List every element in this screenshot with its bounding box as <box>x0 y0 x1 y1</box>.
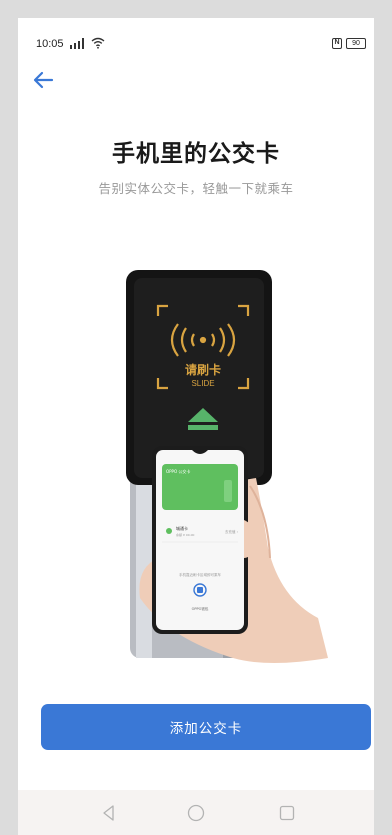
screen: 10:05 N 90 手机里的公交卡 告别实体公交卡，轻触一下就乘车 请刷卡 S… <box>18 18 374 835</box>
phone-brand: OPPO钱包 <box>192 606 209 611</box>
system-nav-bar <box>18 790 374 835</box>
page-subtitle: 告别实体公交卡，轻触一下就乘车 <box>98 181 294 196</box>
add-transit-card-button[interactable]: 添加公交卡 <box>41 704 371 750</box>
wifi-icon <box>91 37 105 49</box>
nfc-icon: N <box>332 38 342 49</box>
page-title: 手机里的公交卡 <box>112 141 280 167</box>
back-arrow-icon[interactable] <box>32 70 54 90</box>
transit-reader-illustration: 请刷卡 SLIDE OPPO 公交卡 城通卡 余额 ¥ 00.00 去充值 › … <box>126 270 328 663</box>
phone-hint: 手机靠近刷卡区域即可乘车 <box>179 572 221 577</box>
nav-home-icon[interactable] <box>185 802 207 824</box>
nav-back-icon[interactable] <box>98 802 120 824</box>
status-bar: 10:05 N 90 <box>18 18 374 54</box>
phone-card-row-value: 去充值 › <box>225 529 239 534</box>
nav-recents-icon[interactable] <box>276 802 298 824</box>
phone-card-row-sub: 余额 ¥ 00.00 <box>176 532 194 537</box>
reader-label: 请刷卡 <box>185 362 221 377</box>
phone-card-title: OPPO 公交卡 <box>166 468 190 474</box>
phone-card-row-name: 城通卡 <box>176 525 188 531</box>
reader-label-en: SLIDE <box>191 379 214 388</box>
battery-icon: 90 <box>346 38 366 49</box>
status-time: 10:05 <box>36 38 64 50</box>
signal-icon <box>70 38 88 49</box>
